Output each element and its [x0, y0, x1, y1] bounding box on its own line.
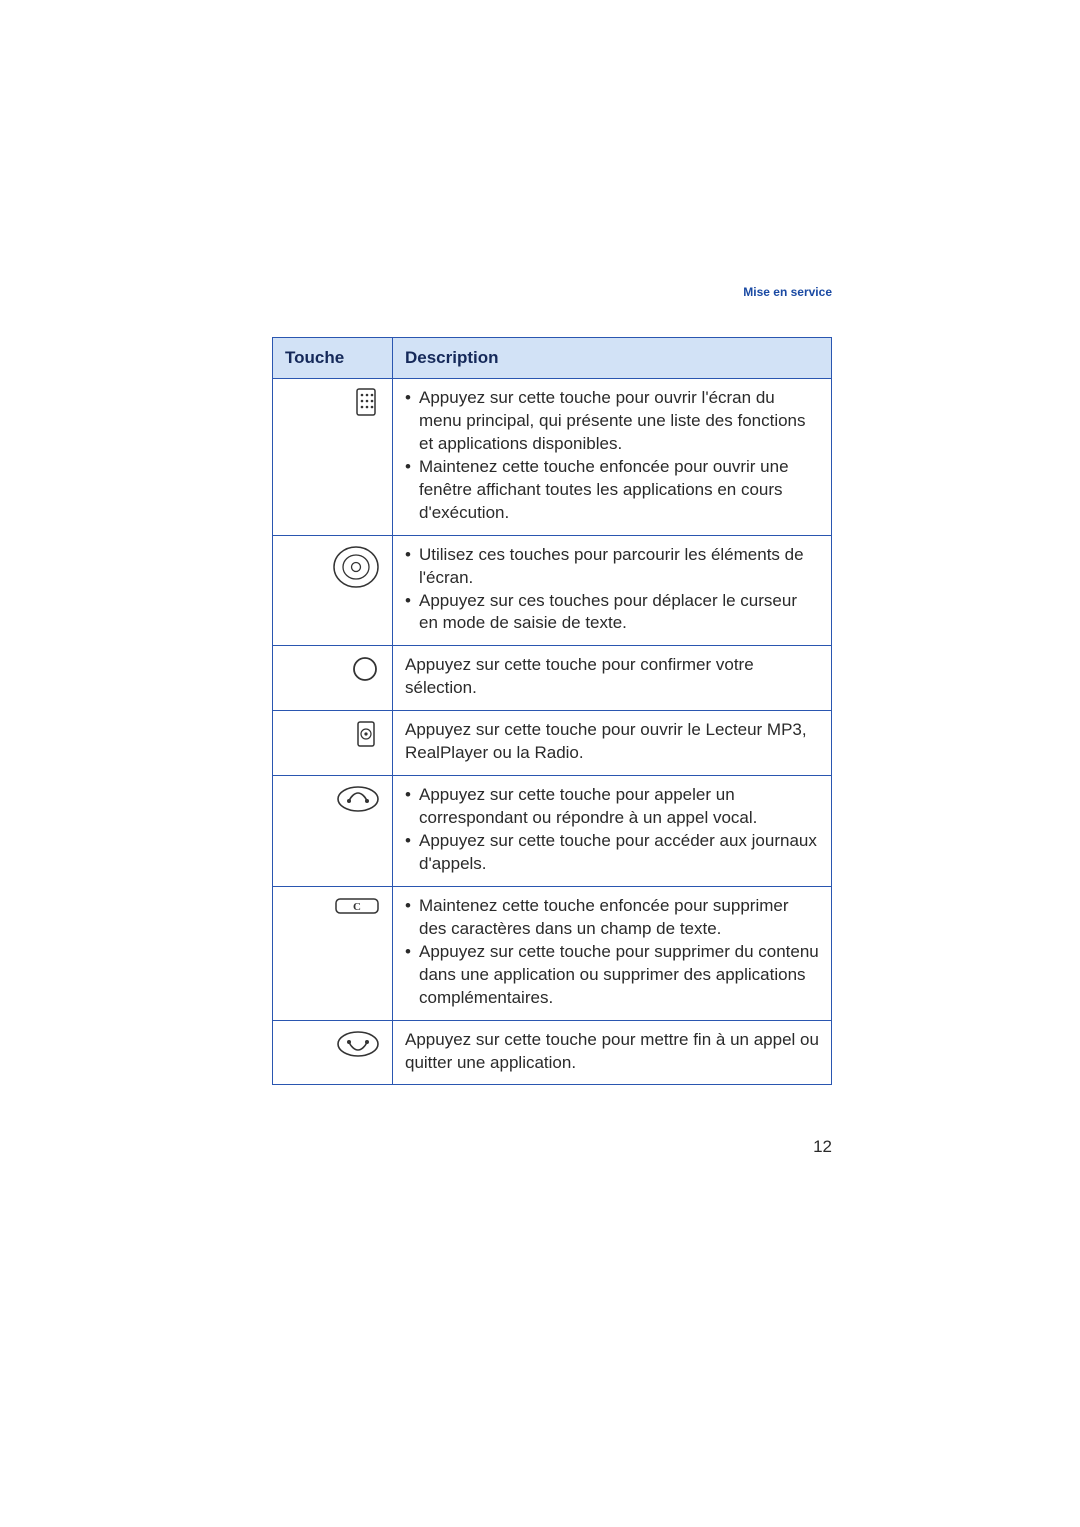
key-description-cell: Utilisez ces touches pour parcourir les …	[393, 535, 832, 646]
key-icon-cell	[273, 1020, 393, 1085]
bullet-item: Maintenez cette touche enfoncée pour sup…	[405, 895, 819, 941]
key-icon-cell	[273, 776, 393, 887]
menu-key-icon	[354, 387, 380, 417]
bullet-item: Appuyez sur cette touche pour appeler un…	[405, 784, 819, 830]
table-row: Appuyez sur cette touche pour mettre fin…	[273, 1020, 832, 1085]
key-description-cell: Appuyez sur cette touche pour confirmer …	[393, 646, 832, 711]
column-header-key: Touche	[273, 338, 393, 379]
bullet-item: Appuyez sur cette touche pour ouvrir l'é…	[405, 387, 819, 456]
bullet-item: Appuyez sur cette touche pour supprimer …	[405, 941, 819, 1010]
clear-key-icon: C	[334, 895, 380, 917]
key-description-cell: Appuyez sur cette touche pour ouvrir l'é…	[393, 379, 832, 536]
key-description-cell: Appuyez sur cette touche pour mettre fin…	[393, 1020, 832, 1085]
key-icon-cell	[273, 379, 393, 536]
key-description-cell: Maintenez cette touche enfoncée pour sup…	[393, 886, 832, 1020]
description-text: Appuyez sur cette touche pour ouvrir le …	[405, 719, 819, 765]
bullet-item: Utilisez ces touches pour parcourir les …	[405, 544, 819, 590]
key-description-cell: Appuyez sur cette touche pour ouvrir le …	[393, 711, 832, 776]
page-content: Mise en service Touche Description	[272, 285, 832, 1085]
keys-table: Touche Description	[272, 337, 832, 1085]
confirm-circle-icon	[350, 654, 380, 684]
description-text: Appuyez sur cette touche pour confirmer …	[405, 654, 819, 700]
bullet-item: Appuyez sur cette touche pour accéder au…	[405, 830, 819, 876]
column-header-description: Description	[393, 338, 832, 379]
svg-text:C: C	[353, 901, 361, 913]
table-row: Appuyez sur cette touche pour appeler un…	[273, 776, 832, 887]
table-row: Appuyez sur cette touche pour ouvrir le …	[273, 711, 832, 776]
section-header: Mise en service	[743, 285, 832, 299]
end-key-icon	[336, 1029, 380, 1059]
key-icon-cell	[273, 646, 393, 711]
bullet-item: Appuyez sur ces touches pour déplacer le…	[405, 590, 819, 636]
media-key-icon	[354, 719, 380, 749]
description-text: Appuyez sur cette touche pour mettre fin…	[405, 1029, 819, 1075]
table-row: Appuyez sur cette touche pour confirmer …	[273, 646, 832, 711]
call-key-icon	[336, 784, 380, 814]
key-icon-cell	[273, 535, 393, 646]
nav-ring-icon	[332, 544, 380, 590]
key-description-cell: Appuyez sur cette touche pour appeler un…	[393, 776, 832, 887]
bullet-item: Maintenez cette touche enfoncée pour ouv…	[405, 456, 819, 525]
key-icon-cell: C	[273, 886, 393, 1020]
key-icon-cell	[273, 711, 393, 776]
table-row: C Maintenez cette touche enfoncée pour s…	[273, 886, 832, 1020]
table-row: Appuyez sur cette touche pour ouvrir l'é…	[273, 379, 832, 536]
table-header-row: Touche Description	[273, 338, 832, 379]
page-number: 12	[813, 1137, 832, 1157]
table-row: Utilisez ces touches pour parcourir les …	[273, 535, 832, 646]
